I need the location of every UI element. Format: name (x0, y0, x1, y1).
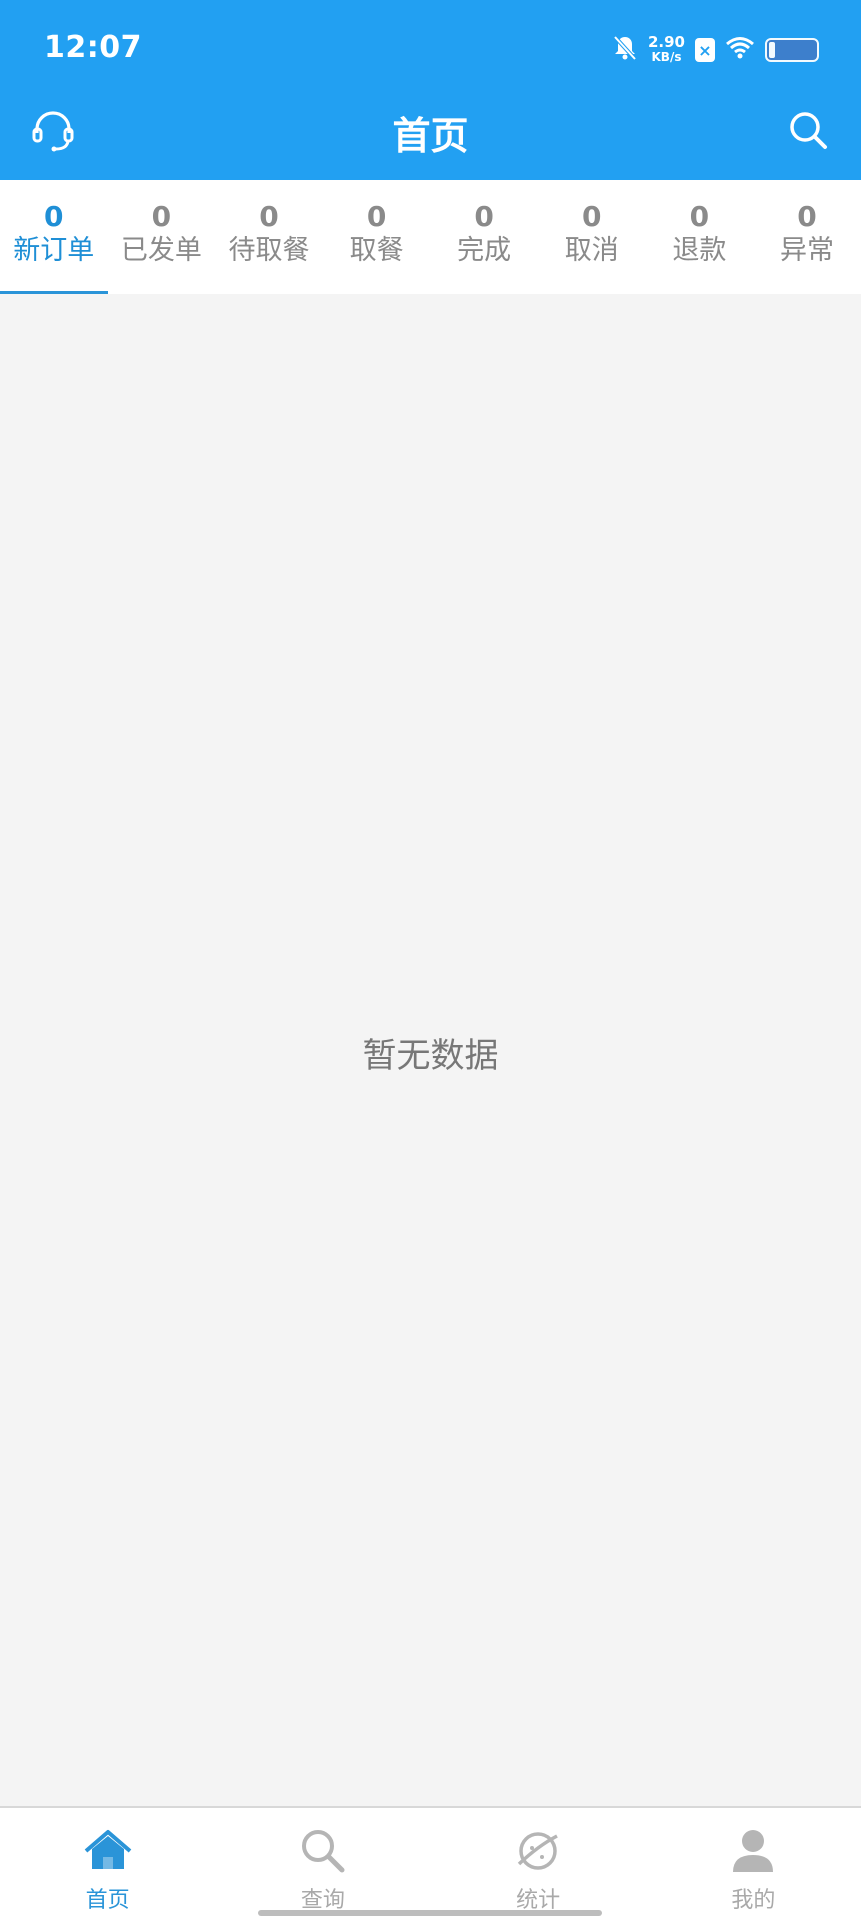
tab-count: 0 (259, 200, 279, 233)
tab-refund[interactable]: 0 退款 (646, 180, 754, 294)
top-header: 12:07 2.90 KB/s × 首页 (0, 0, 861, 180)
tab-count: 0 (689, 200, 710, 233)
network-speed: 2.90 KB/s (648, 35, 685, 65)
nav-bar: 首页 (0, 95, 861, 180)
tab-abnormal[interactable]: 0 异常 (753, 180, 861, 294)
person-icon (728, 1826, 778, 1876)
status-bar: 12:07 2.90 KB/s × (0, 0, 861, 95)
page-title: 首页 (392, 114, 469, 158)
home-indicator[interactable] (258, 1910, 602, 1916)
tab-new-orders[interactable]: 0 新订单 (0, 180, 108, 294)
tab-completed[interactable]: 0 完成 (430, 180, 538, 294)
status-icons: 2.90 KB/s × (612, 30, 819, 70)
tab-count: 0 (151, 200, 172, 233)
tab-count: 0 (582, 200, 602, 233)
tab-count: 0 (44, 200, 64, 233)
tab-label: 取消 (564, 235, 619, 266)
tab-label: 取餐 (349, 235, 404, 266)
battery-icon (765, 38, 819, 62)
sim-icon: × (695, 38, 715, 62)
wifi-icon (725, 36, 755, 64)
bottom-navigation: 首页 查询 统计 我的 (0, 1806, 861, 1920)
battery-level (769, 42, 775, 58)
bottom-nav-query[interactable]: 查询 (215, 1808, 430, 1920)
tab-dispatched[interactable]: 0 已发单 (108, 180, 216, 294)
tab-label: 完成 (457, 235, 512, 266)
tab-count: 0 (797, 200, 817, 233)
sim-label: × (698, 40, 712, 60)
bottom-nav-label: 我的 (731, 1888, 776, 1913)
tab-awaiting-pickup[interactable]: 0 待取餐 (215, 180, 323, 294)
search-icon[interactable] (783, 105, 833, 155)
tab-label: 新订单 (13, 235, 95, 266)
tab-count: 0 (366, 200, 387, 233)
status-time: 12:07 (44, 30, 142, 65)
search-icon (298, 1826, 348, 1876)
speed-value: 2.90 (647, 33, 685, 51)
home-icon (83, 1826, 133, 1876)
bottom-nav-mine[interactable]: 我的 (646, 1808, 861, 1920)
bell-muted-icon (612, 34, 638, 66)
bottom-nav-label: 首页 (85, 1888, 130, 1913)
bottom-nav-home[interactable]: 首页 (0, 1808, 215, 1920)
tab-label: 异常 (779, 235, 834, 266)
tab-label: 已发单 (120, 235, 202, 266)
planet-icon (513, 1826, 563, 1876)
order-status-tabs: 0 新订单 0 已发单 0 待取餐 0 取餐 0 完成 0 取消 0 退款 0 … (0, 180, 861, 294)
tab-picked-up[interactable]: 0 取餐 (323, 180, 431, 294)
tab-label: 待取餐 (228, 235, 310, 266)
tab-cancelled[interactable]: 0 取消 (538, 180, 646, 294)
bottom-nav-statistics[interactable]: 统计 (431, 1808, 646, 1920)
empty-state-text: 暂无数据 (362, 1036, 499, 1076)
tab-count: 0 (474, 200, 494, 233)
tab-label: 退款 (672, 235, 727, 266)
speed-unit: KB/s (651, 50, 682, 64)
